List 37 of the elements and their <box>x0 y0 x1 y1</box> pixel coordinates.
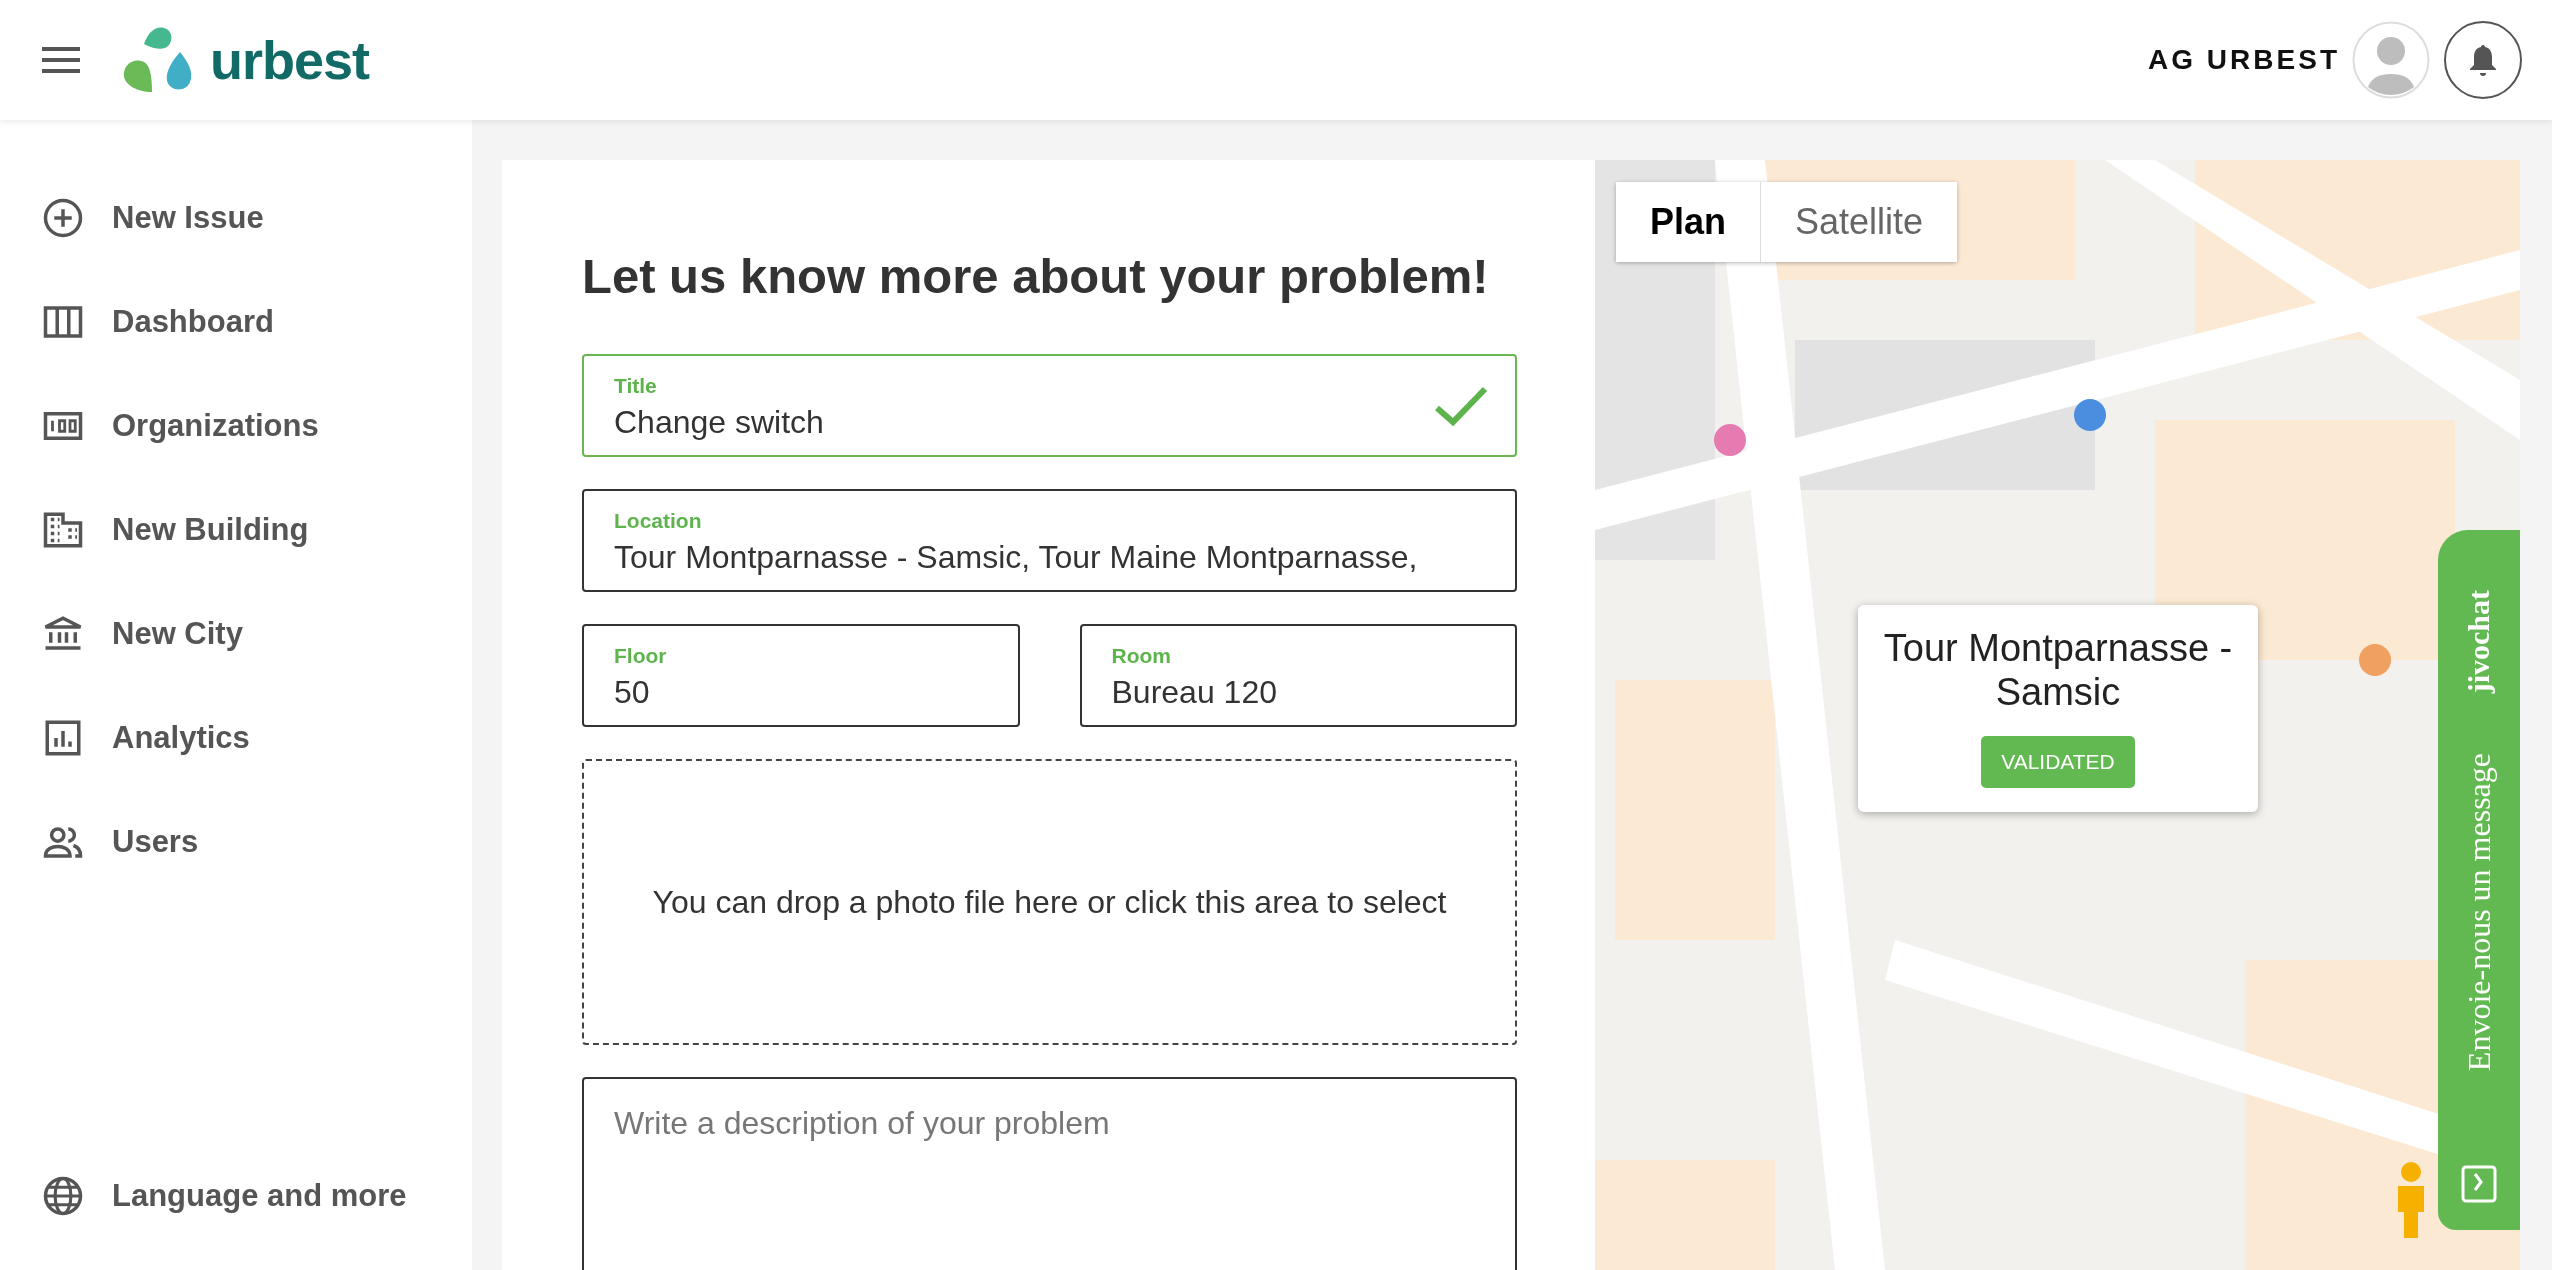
map-type-tab[interactable]: Satellite <box>1760 182 1958 262</box>
logo-text: urbest <box>210 29 370 91</box>
sidebar-item[interactable]: Dashboard <box>0 270 472 374</box>
field-value: Change switch <box>614 404 824 441</box>
photo-drop-zone[interactable]: You can drop a photo file here or click this area to select <box>582 759 1517 1045</box>
field-label: Room <box>1111 644 1171 668</box>
field-label: Location <box>614 509 702 533</box>
text-field[interactable]: Room Bureau 120 <box>1079 624 1517 727</box>
sidebar-item[interactable]: Language and more <box>0 1144 472 1248</box>
globe-icon <box>42 1175 84 1217</box>
field-label: Floor <box>614 644 667 668</box>
sidebar-item[interactable]: New Issue <box>0 166 472 270</box>
place-title: Tour Montparnasse - Samsic <box>1882 627 2234 715</box>
field-label: Title <box>614 374 657 398</box>
form-heading: Let us know more about your problem! <box>582 248 1490 304</box>
check-icon <box>1433 384 1489 428</box>
field-value: 50 <box>614 674 650 711</box>
bell-icon <box>2468 43 2498 77</box>
sidebar-item[interactable]: Organizations <box>0 374 472 478</box>
sidebar-item[interactable]: Users <box>0 790 472 894</box>
description-field[interactable]: Write a description of your problem <box>582 1077 1517 1270</box>
status-badge: VALIDATED <box>1981 736 2135 789</box>
plus-circle-icon <box>42 197 84 239</box>
menu-icon[interactable] <box>42 46 80 74</box>
text-field[interactable]: Floor 50 <box>582 624 1020 727</box>
sidebar-item[interactable]: New City <box>0 582 472 686</box>
map-type-tab[interactable]: Plan <box>1616 182 1761 262</box>
field-value: Tour Montparnasse - Samsic, Tour Maine Montparnasse, <box>614 539 1418 576</box>
field-value: Bureau 120 <box>1111 674 1277 711</box>
chat-prompt: Envoie-nous un message <box>2460 753 2498 1072</box>
user-name: AG URBEST <box>2148 44 2340 76</box>
chat-brand: jivochat <box>2462 590 2496 694</box>
chat-icon <box>2460 1164 2498 1204</box>
text-field[interactable]: Location Tour Montparnasse - Samsic, Tour Maine Montparnasse, <box>582 489 1517 592</box>
text-field[interactable]: Title Change switch <box>582 354 1517 457</box>
sidebar-item[interactable]: Analytics <box>0 686 472 790</box>
sidebar-item[interactable]: New Building <box>0 478 472 582</box>
